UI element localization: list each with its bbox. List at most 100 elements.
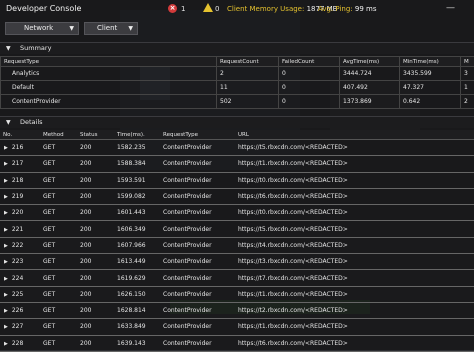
- details-section-header[interactable]: ▼ Details: [0, 116, 474, 128]
- request-cell-text: ContentProvider: [163, 226, 212, 233]
- request-row[interactable]: ▶226GET2001628.814ContentProviderhttps:/…: [0, 302, 474, 318]
- request-cell: ▶221: [0, 221, 40, 237]
- summary-cell: 2: [217, 67, 279, 81]
- summary-col-header[interactable]: MinTime(ms): [400, 57, 461, 67]
- warning-count: 0: [215, 5, 219, 13]
- details-table: No. Method Status Time(ms). RequestType …: [0, 130, 474, 352]
- request-cell-text: 219: [12, 193, 23, 200]
- request-cell-text: 200: [80, 307, 91, 314]
- request-cell: ▶218: [0, 172, 40, 188]
- request-row[interactable]: ▶228GET2001639.143ContentProviderhttps:/…: [0, 335, 474, 351]
- request-cell: GET: [40, 335, 77, 351]
- request-row[interactable]: ▶217GET2001588.384ContentProviderhttps:/…: [0, 156, 474, 172]
- warning-icon[interactable]: [203, 3, 213, 12]
- details-col-header[interactable]: No.: [0, 130, 40, 140]
- request-cell: 200: [77, 302, 114, 318]
- expand-triangle-icon[interactable]: ▶: [4, 210, 8, 216]
- view-dropdown[interactable]: Network ▼: [5, 22, 79, 35]
- request-row[interactable]: ▶218GET2001593.591ContentProviderhttps:/…: [0, 172, 474, 188]
- summary-col-header[interactable]: M: [461, 57, 474, 67]
- request-cell: GET: [40, 302, 77, 318]
- request-cell-text: 227: [12, 323, 23, 330]
- summary-col-header[interactable]: FailedCount: [279, 57, 340, 67]
- request-cell: 200: [77, 221, 114, 237]
- request-cell: 200: [77, 254, 114, 270]
- minimize-button[interactable]: —: [446, 3, 455, 13]
- request-cell-text: https://t1.rbxcdn.com/<REDACTED>: [238, 291, 348, 298]
- request-cell-text: ContentProvider: [163, 307, 212, 314]
- summary-cell: 0: [279, 95, 340, 109]
- expand-triangle-icon[interactable]: ▶: [4, 178, 8, 184]
- details-col-header[interactable]: Time(ms).: [114, 130, 160, 140]
- request-cell: 200: [77, 140, 114, 156]
- summary-cell: 3435.599: [400, 67, 461, 81]
- request-cell-text: GET: [43, 177, 55, 184]
- request-row[interactable]: ▶219GET2001599.082ContentProviderhttps:/…: [0, 188, 474, 204]
- details-col-header[interactable]: RequestType: [160, 130, 235, 140]
- summary-row[interactable]: Default 11 0 407.492 47.327 1: [1, 81, 474, 95]
- request-row[interactable]: ▶224GET2001619.629ContentProviderhttps:/…: [0, 270, 474, 286]
- request-cell: ▶216: [0, 140, 40, 156]
- details-header-row: No. Method Status Time(ms). RequestType …: [0, 130, 474, 140]
- request-cell: ▶225: [0, 286, 40, 302]
- request-cell: GET: [40, 156, 77, 172]
- request-cell-text: ContentProvider: [163, 258, 212, 265]
- summary-cell: ContentProvider: [1, 95, 217, 109]
- summary-label: Summary: [20, 43, 51, 54]
- expand-triangle-icon[interactable]: ▶: [4, 308, 8, 314]
- summary-header-row: RequestType RequestCount FailedCount Avg…: [1, 57, 474, 67]
- expand-triangle-icon[interactable]: ▶: [4, 227, 8, 233]
- request-cell-text: https://t3.rbxcdn.com/<REDACTED>: [238, 258, 348, 265]
- expand-triangle-icon[interactable]: ▶: [4, 292, 8, 298]
- request-row[interactable]: ▶222GET2001607.966ContentProviderhttps:/…: [0, 237, 474, 253]
- request-cell-text: ContentProvider: [163, 291, 212, 298]
- summary-cell: 1373.869: [340, 95, 400, 109]
- request-row[interactable]: ▶216GET2001582.235ContentProviderhttps:/…: [0, 140, 474, 156]
- summary-row[interactable]: Analytics 2 0 3444.724 3435.599 3: [1, 67, 474, 81]
- request-cell-text: https://t7.rbxcdn.com/<REDACTED>: [238, 275, 348, 282]
- request-cell: 1606.349: [114, 221, 160, 237]
- summary-row[interactable]: ContentProvider 502 0 1373.869 0.642 2: [1, 95, 474, 109]
- expand-triangle-icon[interactable]: ▶: [4, 341, 8, 347]
- target-dropdown[interactable]: Client ▼: [84, 22, 138, 35]
- request-cell: GET: [40, 221, 77, 237]
- request-row[interactable]: ▶220GET2001601.443ContentProviderhttps:/…: [0, 205, 474, 221]
- expand-triangle-icon[interactable]: ▶: [4, 324, 8, 330]
- summary-col-header[interactable]: RequestCount: [217, 57, 279, 67]
- collapse-triangle-icon: ▼: [6, 43, 11, 54]
- summary-cell: 3444.724: [340, 67, 400, 81]
- summary-col-header[interactable]: RequestType: [1, 57, 217, 67]
- expand-triangle-icon[interactable]: ▶: [4, 161, 8, 167]
- request-cell: GET: [40, 140, 77, 156]
- request-cell: 1619.629: [114, 270, 160, 286]
- request-cell-text: 220: [12, 209, 23, 216]
- request-row[interactable]: ▶223GET2001613.449ContentProviderhttps:/…: [0, 254, 474, 270]
- request-row[interactable]: ▶221GET2001606.349ContentProvider https:/…: [0, 221, 474, 237]
- request-cell-text: 200: [80, 291, 91, 298]
- summary-col-header[interactable]: AvgTime(ms): [340, 57, 400, 67]
- expand-triangle-icon[interactable]: ▶: [4, 145, 8, 151]
- request-cell-text: ContentProvider: [163, 177, 212, 184]
- request-cell-text: https://t4.rbxcdn.com/<REDACTED>: [238, 242, 348, 249]
- details-col-header[interactable]: URL: [235, 130, 474, 140]
- request-cell-text: 200: [80, 160, 91, 167]
- request-row[interactable]: ▶225GET2001626.150ContentProviderhttps:/…: [0, 286, 474, 302]
- details-col-header[interactable]: Status: [77, 130, 114, 140]
- chevron-down-icon: ▼: [128, 23, 133, 34]
- request-cell: ContentProvider: [160, 172, 235, 188]
- expand-triangle-icon[interactable]: ▶: [4, 194, 8, 200]
- summary-cell: 502: [217, 95, 279, 109]
- expand-triangle-icon[interactable]: ▶: [4, 259, 8, 265]
- summary-cell: Analytics: [1, 67, 217, 81]
- request-url-cell: https://t5.rbxcdn.com/<REDACTED>: [235, 221, 474, 237]
- request-cell-text: GET: [43, 275, 55, 282]
- details-col-header[interactable]: Method: [40, 130, 77, 140]
- error-icon[interactable]: ×: [168, 4, 177, 13]
- summary-section-header[interactable]: ▼ Summary: [0, 42, 474, 54]
- request-cell-text: 1628.814: [117, 307, 146, 314]
- request-cell-text: 200: [80, 275, 91, 282]
- expand-triangle-icon[interactable]: ▶: [4, 276, 8, 282]
- request-row[interactable]: ▶227GET2001633.849ContentProviderhttps:/…: [0, 319, 474, 335]
- expand-triangle-icon[interactable]: ▶: [4, 243, 8, 249]
- request-cell: ▶222: [0, 237, 40, 253]
